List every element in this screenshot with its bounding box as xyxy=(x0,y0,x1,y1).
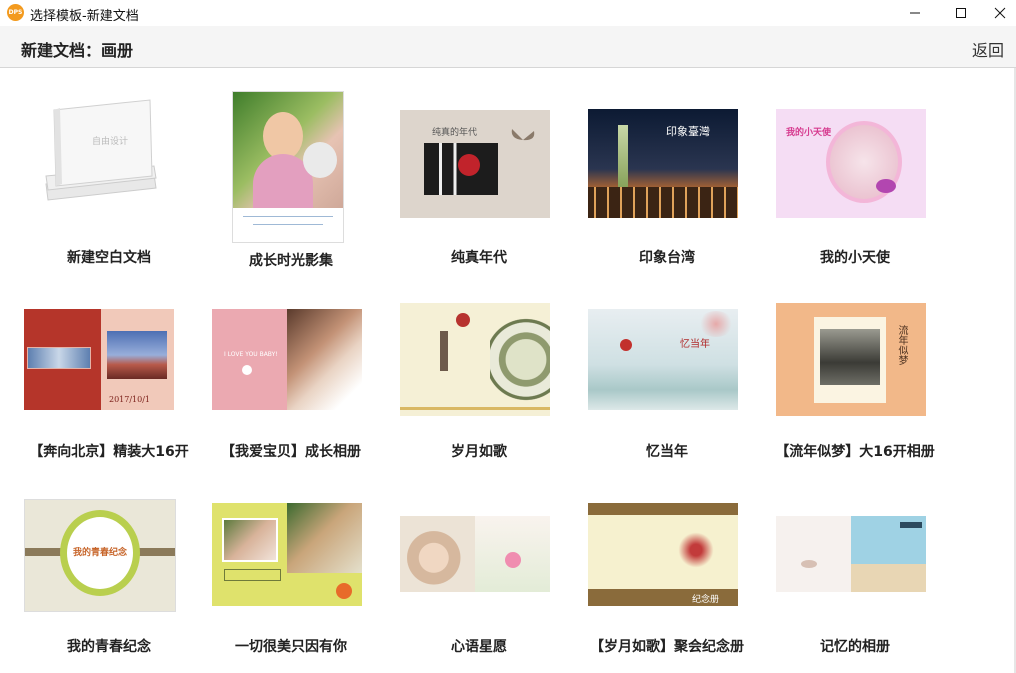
close-icon xyxy=(994,7,1006,19)
template-label: 记忆的相册 xyxy=(820,639,890,655)
template-thumbnail xyxy=(400,303,550,416)
template-thumbnail xyxy=(776,516,926,592)
thumbnail-caption: 忆当年 xyxy=(680,339,710,350)
template-label: 新建空白文档 xyxy=(67,250,151,266)
template-thumbnail: 忆当年 xyxy=(588,309,738,410)
template-grid: 自由设计 新建空白文档 成长时光影集 纯真的年代 纯真年代 印象臺灣 印象台湾 … xyxy=(0,68,1016,673)
template-card[interactable]: 心语星愿 xyxy=(385,476,573,666)
maximize-icon xyxy=(956,8,966,18)
template-card[interactable]: 自由设计 新建空白文档 xyxy=(15,86,203,276)
template-thumbnail: I LOVE YOU BABY! xyxy=(212,309,362,410)
thumbnail-caption: I LOVE YOU BABY! xyxy=(224,351,278,358)
template-thumbnail: 纯真的年代 xyxy=(400,110,550,218)
template-label: 纯真年代 xyxy=(451,250,507,266)
blank-book-stack-icon xyxy=(45,99,157,201)
template-card[interactable]: 一切很美只因有你 xyxy=(197,476,385,666)
template-thumbnail xyxy=(232,91,344,243)
minimize-button[interactable] xyxy=(892,0,938,26)
template-thumbnail: 我的青春纪念 xyxy=(24,499,176,612)
template-card[interactable]: 我的青春纪念 我的青春纪念 xyxy=(15,476,203,666)
app-logo-icon: DPS xyxy=(7,4,24,21)
thumbnail-caption: 自由设计 xyxy=(92,137,129,147)
thumbnail-caption: 印象臺灣 xyxy=(666,125,710,138)
template-label: 【流年似梦】大16开相册 xyxy=(775,444,935,460)
page-title: 新建文档：画册 xyxy=(21,41,134,60)
thumbnail-caption: 2017/10/1 xyxy=(109,395,151,404)
page-header: 新建文档：画册 返回 xyxy=(0,26,1016,68)
template-card[interactable]: I LOVE YOU BABY! 【我爱宝贝】成长相册 xyxy=(197,281,385,471)
thumbnail-caption: 纪念册 xyxy=(692,595,720,605)
window-titlebar: DPS 选择模板-新建文档 xyxy=(0,0,1016,26)
template-thumbnail: 纪念册 xyxy=(588,503,738,606)
template-thumbnail xyxy=(212,503,362,606)
template-card[interactable]: 成长时光影集 xyxy=(197,86,385,276)
template-card[interactable]: 岁月如歌 xyxy=(385,281,573,471)
template-label: 心语星愿 xyxy=(451,639,507,655)
template-thumbnail: 流年似梦 xyxy=(776,303,926,416)
template-label: 我的青春纪念 xyxy=(67,639,151,655)
maximize-button[interactable] xyxy=(938,0,984,26)
template-label: 成长时光影集 xyxy=(249,253,333,269)
template-label: 忆当年 xyxy=(646,444,688,460)
template-label: 印象台湾 xyxy=(639,250,695,266)
template-thumbnail: 印象臺灣 xyxy=(588,109,738,218)
template-thumbnail xyxy=(400,516,550,592)
back-button[interactable]: 返回 xyxy=(972,37,1004,61)
close-button[interactable] xyxy=(984,0,1016,26)
thumbnail-caption: 流年似梦 xyxy=(896,325,907,365)
template-label: 【岁月如歌】聚会纪念册 xyxy=(590,639,744,655)
template-card[interactable]: 流年似梦 【流年似梦】大16开相册 xyxy=(761,281,949,471)
template-card[interactable]: 2017/10/1 【奔向北京】精装大16开 xyxy=(15,281,203,471)
template-label: 【我爱宝贝】成长相册 xyxy=(221,444,361,460)
template-card[interactable]: 纪念册 【岁月如歌】聚会纪念册 xyxy=(573,476,761,666)
window-title: 选择模板-新建文档 xyxy=(30,9,139,24)
template-label: 我的小天使 xyxy=(820,250,890,266)
template-label: 一切很美只因有你 xyxy=(235,639,347,655)
thumbnail-caption: 我的小天使 xyxy=(786,128,832,138)
template-thumbnail: 自由设计 xyxy=(24,92,174,210)
template-card[interactable]: 我的小天使 我的小天使 xyxy=(761,86,949,276)
template-card[interactable]: 印象臺灣 印象台湾 xyxy=(573,86,761,276)
template-thumbnail: 我的小天使 xyxy=(776,109,926,218)
template-card[interactable]: 记忆的相册 xyxy=(761,476,949,666)
template-card[interactable]: 忆当年 忆当年 xyxy=(573,281,761,471)
thumbnail-caption: 纯真的年代 xyxy=(432,128,478,138)
template-card[interactable]: 纯真的年代 纯真年代 xyxy=(385,86,573,276)
thumbnail-caption: 我的青春纪念 xyxy=(73,548,128,558)
butterfly-icon xyxy=(511,129,535,151)
template-label: 【奔向北京】精装大16开 xyxy=(29,444,189,460)
minimize-icon xyxy=(910,12,920,14)
template-thumbnail: 2017/10/1 xyxy=(24,309,174,410)
template-label: 岁月如歌 xyxy=(451,444,507,460)
